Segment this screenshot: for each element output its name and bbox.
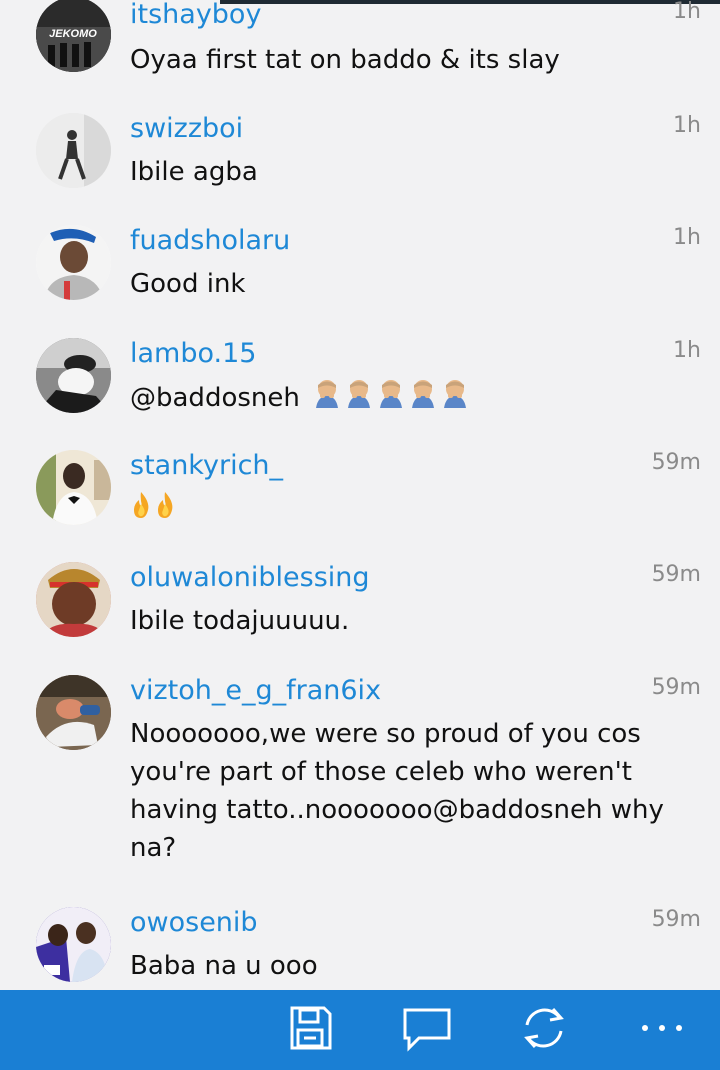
comment-username[interactable]: itshayboy [130,0,261,32]
face-palm-icon [344,378,374,419]
more-icon [637,1018,687,1042]
avatar[interactable]: JEKOMO [36,0,111,72]
comment-username[interactable]: fuadsholaru [130,224,290,258]
comment-username[interactable]: swizzboi [130,112,243,146]
comment-time: 59m [651,562,701,587]
mention[interactable]: @baddosneh [130,383,300,413]
refresh-button[interactable] [516,1002,572,1058]
comment-time: 1h [673,225,701,250]
comment-list[interactable]: JEKOMO itshayboy 1h Oyaa first tat on ba… [0,0,720,990]
comment-username[interactable]: lambo.15 [130,337,256,371]
avatar[interactable] [36,225,111,300]
comment-text: Ibile agba [130,157,258,187]
save-button[interactable] [282,1002,338,1058]
comment-username[interactable]: oluwaloniblessing [130,561,370,595]
comment-username[interactable]: stankyrich_ [130,449,283,483]
comment-time: 59m [651,675,701,700]
bottom-app-bar [0,990,720,1070]
emoji-row [130,490,176,531]
avatar[interactable] [36,907,111,982]
fire-icon [130,490,152,531]
comment-time: 59m [651,907,701,932]
fire-icon [154,490,176,531]
face-palm-icon [376,378,406,419]
face-palm-icon [408,378,438,419]
more-button[interactable] [634,1002,690,1058]
comment-button[interactable] [399,1002,455,1058]
avatar[interactable] [36,675,111,750]
avatar[interactable] [36,338,111,413]
comment-time: 1h [673,0,701,24]
avatar-logo-text: JEKOMO [49,28,97,40]
comment-text: Nooooooo,we were so proud of you cos you… [130,719,664,863]
avatar[interactable] [36,562,111,637]
comment-text [130,490,670,531]
comment-time: 59m [651,450,701,475]
face-palm-icon [312,378,342,419]
comment-text: Ibile todajuuuuu. [130,606,350,636]
emoji-row [312,378,470,419]
comment-text: Baba na u ooo [130,951,318,981]
comment-username[interactable]: viztoh_e_g_fran6ix [130,674,381,708]
comment-text: Good ink [130,269,246,299]
face-palm-icon [440,378,470,419]
avatar[interactable] [36,450,111,525]
comment-time: 1h [673,113,701,138]
avatar[interactable] [36,113,111,188]
comment-text: @baddosneh [130,378,670,419]
comment-icon [401,1004,453,1056]
comment-username[interactable]: owosenib [130,906,258,940]
refresh-icon [519,1003,569,1057]
comment-text: Oyaa first tat on baddo & its slay [130,45,560,75]
comment-time: 1h [673,338,701,363]
save-icon [286,1004,334,1056]
